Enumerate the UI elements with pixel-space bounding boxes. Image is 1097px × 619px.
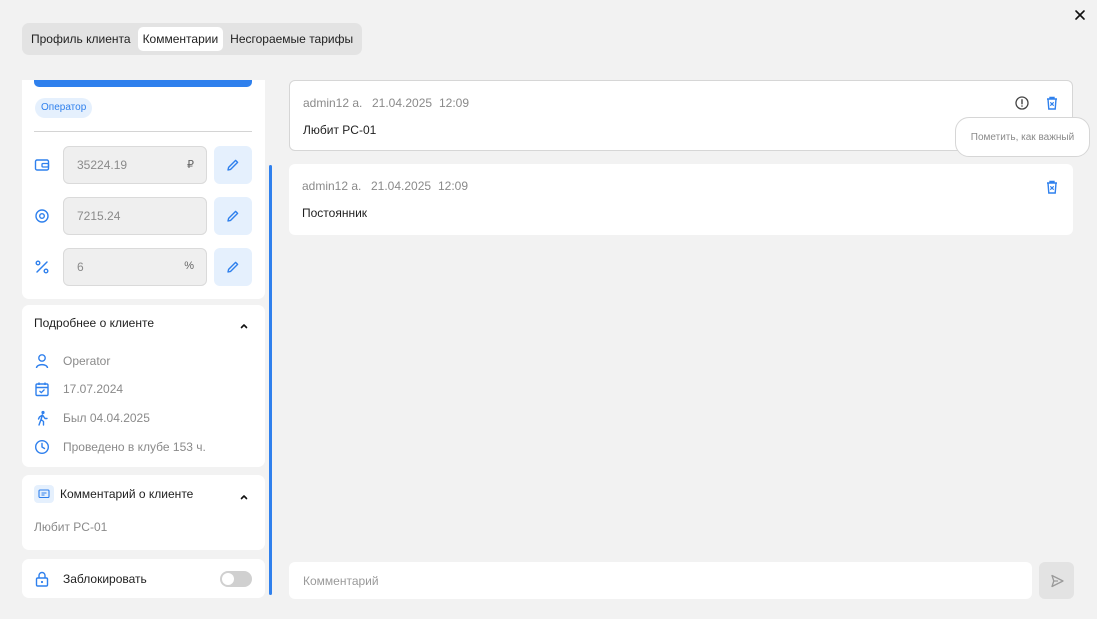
edit-balance-button[interactable] <box>214 146 252 184</box>
comment-author: admin12 a. <box>302 179 362 193</box>
client-details-card: Подробнее о клиенте Operator 17.07.2024 … <box>22 305 265 467</box>
balance-row-bonus: 7215.24 <box>22 197 265 235</box>
lock-label: Заблокировать <box>63 572 147 586</box>
detail-user: Operator <box>34 353 110 369</box>
mark-important-icon[interactable] <box>1014 95 1030 111</box>
pencil-icon <box>227 210 239 222</box>
chevron-up-icon[interactable] <box>239 489 249 500</box>
role-badge: Оператор <box>35 98 93 118</box>
mark-important-tooltip: Пометить, как важный <box>955 117 1090 157</box>
bonus-icon <box>34 208 50 224</box>
detail-time-spent: Проведено в клубе 153 ч. <box>34 439 206 455</box>
profile-header-strip <box>34 80 252 87</box>
comment-item: admin12 a. 21.04.2025 12:09 Постоянник <box>289 164 1073 235</box>
detail-registered-text: 17.07.2024 <box>63 382 124 396</box>
edit-discount-button[interactable] <box>214 248 252 286</box>
comment-input[interactable] <box>289 562 1032 599</box>
balance-field: 35224.19 ₽ <box>63 146 207 184</box>
scrollbar[interactable] <box>269 165 272 595</box>
detail-user-text: Operator <box>63 354 111 368</box>
delete-icon[interactable] <box>1044 95 1060 111</box>
divider <box>34 131 252 132</box>
balance-value: 35224.19 <box>77 158 128 172</box>
client-comment-text: Любит PC-01 <box>34 520 108 534</box>
detail-time-spent-text: Проведено в клубе 153 ч. <box>63 440 206 454</box>
client-comment-card: Комментарий о клиенте Любит PC-01 <box>22 475 265 550</box>
comment-time: 12:09 <box>439 96 470 110</box>
tab-permanent-tariffs[interactable]: Несгораемые тарифы <box>225 27 358 51</box>
comment-time: 12:09 <box>438 179 469 193</box>
comment-text: Любит PC-01 <box>303 123 377 137</box>
user-icon <box>34 353 50 369</box>
tab-client-profile[interactable]: Профиль клиента <box>26 27 136 51</box>
send-icon <box>1050 574 1064 587</box>
detail-last-visit-text: Был 04.04.2025 <box>63 411 150 425</box>
toggle-knob <box>222 573 234 585</box>
comment-date: 21.04.2025 <box>372 96 433 110</box>
tab-bar: Профиль клиента Комментарии Несгораемые … <box>22 23 363 55</box>
detail-registered: 17.07.2024 <box>34 381 123 397</box>
edit-bonus-button[interactable] <box>214 197 252 235</box>
percent-icon <box>34 259 50 275</box>
wallet-icon <box>34 157 50 173</box>
detail-last-visit: Был 04.04.2025 <box>34 410 150 426</box>
comment-text: Постоянник <box>302 206 368 220</box>
bonus-value: 7215.24 <box>77 209 121 223</box>
percent-unit: % <box>184 260 194 272</box>
walking-icon <box>34 410 50 426</box>
bonus-field: 7215.24 <box>63 197 207 235</box>
discount-field: 6 % <box>63 248 207 286</box>
calendar-icon <box>34 381 50 397</box>
client-details-title: Подробнее о клиенте <box>34 316 154 330</box>
discount-value: 6 <box>77 260 84 274</box>
comment-author: admin12 a. <box>303 96 363 110</box>
lock-icon <box>34 571 50 587</box>
lock-card: Заблокировать <box>22 559 265 598</box>
comment-icon <box>34 485 54 503</box>
delete-icon[interactable] <box>1044 179 1060 195</box>
pencil-icon <box>227 159 239 171</box>
currency-unit: ₽ <box>187 159 194 171</box>
send-button[interactable] <box>1039 562 1074 599</box>
comment-date: 21.04.2025 <box>371 179 432 193</box>
tab-comments[interactable]: Комментарии <box>137 27 224 51</box>
close-icon[interactable] <box>1072 7 1088 23</box>
client-comment-title: Комментарий о клиенте <box>60 487 194 501</box>
balance-row-discount: 6 % <box>22 248 265 286</box>
balance-row-money: 35224.19 ₽ <box>22 146 265 184</box>
clock-icon <box>34 439 50 455</box>
chevron-up-icon[interactable] <box>239 318 249 329</box>
balance-card: Оператор 35224.19 ₽ 7215.24 6 % <box>22 80 265 299</box>
pencil-icon <box>227 261 239 273</box>
lock-toggle[interactable] <box>220 571 252 587</box>
